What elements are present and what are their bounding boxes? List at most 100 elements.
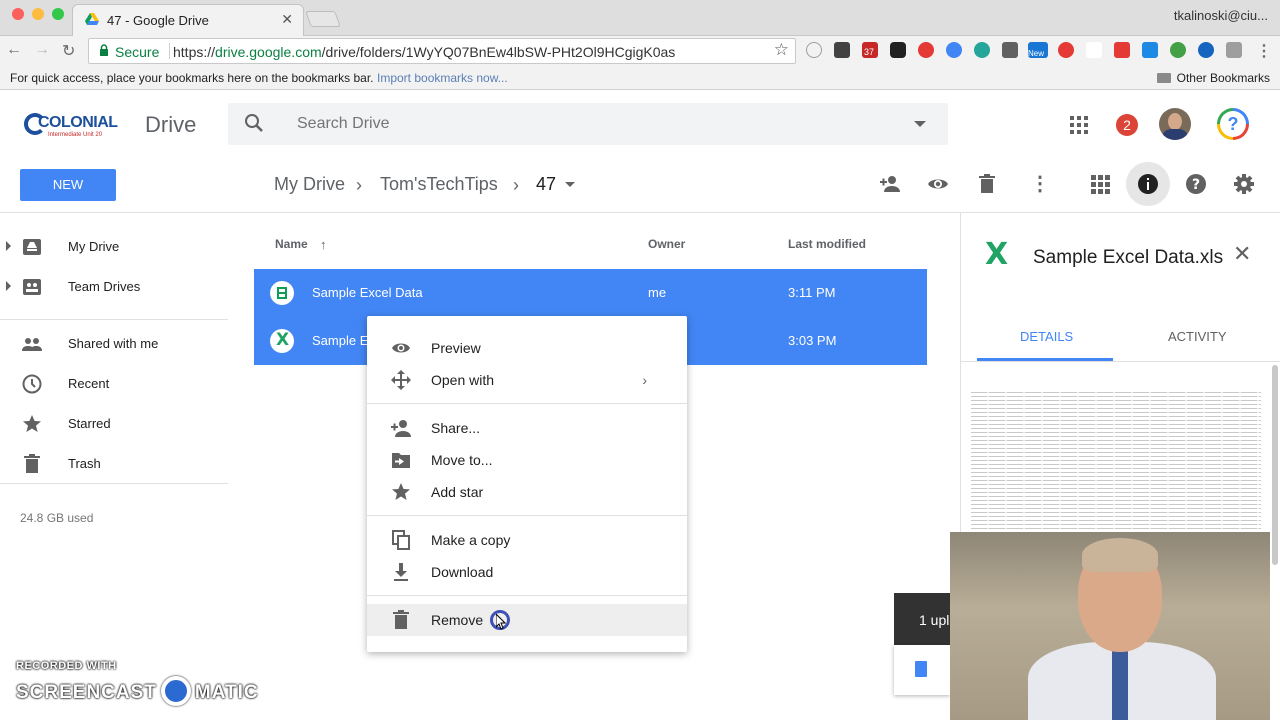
profile-name[interactable]: tkalinoski@ciu... [1174,8,1268,23]
extension-compass-icon[interactable] [946,42,962,58]
menu-item-make-a-copy[interactable]: Make a copy [367,524,687,556]
extension-person-icon[interactable] [1142,42,1158,58]
tab-title: 47 - Google Drive [107,13,209,28]
sidebar-item-my-drive[interactable]: My Drive [0,227,254,267]
extension-calendar-icon[interactable]: 37 [862,42,878,58]
menu-item-remove[interactable]: Remove [367,604,687,636]
sidebar-item-shared-with-me[interactable]: Shared with me [0,324,254,364]
browser-tab[interactable]: 47 - Google Drive ✕ [72,4,304,36]
minimize-window-button[interactable] [32,8,44,20]
remove-trash-icon[interactable] [976,173,998,195]
google-support-icon[interactable]: ? [1217,108,1249,140]
column-header-name[interactable]: Name [275,237,308,251]
tab-details[interactable]: DETAILS [1020,329,1073,344]
help-icon[interactable]: ? [1185,173,1207,195]
omnibox[interactable]: Secure https://drive.google.com/drive/fo… [88,38,796,64]
product-name[interactable]: Drive [145,112,196,138]
presenter-hair [1082,538,1158,572]
sidebar-item-recent[interactable]: Recent [0,364,254,404]
search-input[interactable]: Search Drive [228,103,948,145]
menu-item-preview[interactable]: Preview [367,332,687,364]
breadcrumb-toms-tech-tips[interactable]: Tom'sTechTips [380,174,498,195]
spreadsheet-preview-thumbnail[interactable] [971,389,1261,539]
presenter-tie [1112,650,1128,720]
browser-menu-icon[interactable]: ⋮ [1256,41,1272,61]
avatar[interactable] [1159,108,1191,140]
address-bar-row: ← → ↻ Secure https://drive.google.com/dr… [0,36,1280,66]
bookmark-star-icon[interactable]: ☆ [774,40,789,60]
upload-toast[interactable]: 1 upl [894,593,950,645]
maximize-window-button[interactable] [52,8,64,20]
menu-divider [367,595,687,596]
extension-circle-icon[interactable] [806,42,822,58]
new-button[interactable]: NEW [20,169,116,201]
extension-puzzle-icon[interactable] [1226,42,1242,58]
tab-close-icon[interactable]: ✕ [281,11,293,28]
menu-item-label: Open with [431,372,495,388]
other-bookmarks[interactable]: Other Bookmarks [1156,71,1270,85]
extension-refresh-icon[interactable] [974,42,990,58]
upload-item[interactable] [894,645,950,695]
sidebar-item-team-drives[interactable]: Team Drives [0,267,254,307]
colonial-logo[interactable]: COLONIAL Intermediate Unit 20 [24,111,130,145]
reload-icon[interactable]: ↻ [62,41,75,61]
menu-item-open-with[interactable]: Open with › [367,364,687,396]
extension-z-icon[interactable] [1198,42,1214,58]
sidebar-item-starred[interactable]: Starred [0,404,254,444]
expand-arrow-icon[interactable] [6,281,11,291]
menu-item-share[interactable]: Share... [367,412,687,444]
url-text[interactable]: https://drive.google.com/drive/folders/1… [173,44,675,60]
breadcrumb-current-folder[interactable]: 47 [536,174,556,195]
share-add-person-icon[interactable] [879,173,901,195]
column-header-owner: Owner [648,237,686,251]
extension-cc-icon[interactable] [1114,42,1130,58]
sidebar-item-label: Recent [68,376,110,391]
import-bookmarks-link[interactable]: Import bookmarks now... [377,71,508,85]
watermark-word-a: SCREENCAST [16,682,157,703]
sidebar-divider [0,319,228,320]
sidebar-item-trash[interactable]: Trash [0,444,254,484]
menu-item-download[interactable]: Download [367,556,687,588]
extension-film-icon[interactable] [834,42,850,58]
notifications-badge[interactable]: 2 [1116,114,1138,136]
folder-menu-caret-icon[interactable] [565,182,575,187]
preview-eye-icon[interactable] [927,173,949,195]
extension-camera-icon[interactable] [890,42,906,58]
grid-view-icon[interactable] [1089,173,1111,195]
search-icon[interactable] [244,113,264,133]
submenu-chevron-icon: › [642,372,647,388]
new-tab-button[interactable] [305,11,341,27]
table-row[interactable]: Sample Excel Data me 3:11 PM [254,269,927,317]
close-details-icon[interactable]: ✕ [1233,241,1251,267]
breadcrumb-my-drive[interactable]: My Drive [274,174,345,195]
back-icon[interactable]: ← [6,41,22,59]
extension-record-icon[interactable] [918,42,934,58]
svg-text:?: ? [1192,177,1200,193]
extension-block-icon[interactable] [1058,42,1074,58]
details-scrollbar[interactable] [1272,365,1278,565]
forward-icon[interactable]: → [34,41,50,59]
sidebar-item-label: Trash [68,456,101,471]
menu-item-label: Preview [431,340,481,356]
extension-grammar-icon[interactable] [1170,42,1186,58]
tab-activity[interactable]: ACTIVITY [1168,329,1227,344]
sort-arrow-icon[interactable]: ↑ [320,237,327,252]
apps-grid-icon[interactable] [1069,115,1089,135]
trash-icon [393,610,409,629]
info-icon[interactable] [1137,173,1159,195]
close-window-button[interactable] [12,8,24,20]
menu-item-label: Add star [431,484,484,500]
menu-item-move-to[interactable]: Move to... [367,444,687,476]
omnibox-divider [169,43,170,59]
avatar-face [1168,113,1182,130]
menu-item-add-star[interactable]: Add star [367,476,687,508]
expand-arrow-icon[interactable] [6,241,11,251]
settings-gear-icon[interactable] [1233,173,1255,195]
watermark-line1: RECORDED WITH [16,660,117,672]
extension-ct-icon[interactable] [1002,42,1018,58]
column-header-modified[interactable]: Last modified [788,237,866,251]
storage-used[interactable]: 24.8 GB used [20,511,93,525]
more-actions-icon[interactable]: ⋮ [1030,171,1050,196]
search-options-icon[interactable] [914,121,926,127]
extension-new-icon[interactable]: New [1028,42,1048,58]
